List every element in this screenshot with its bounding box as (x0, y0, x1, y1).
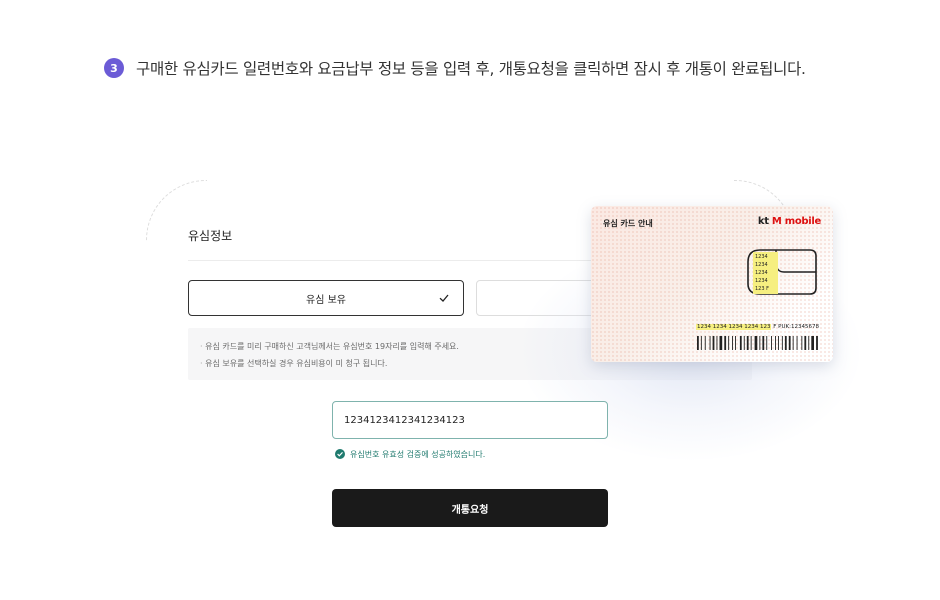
barcode-bar (775, 336, 776, 350)
barcode-bar (754, 336, 758, 350)
barcode-bar (792, 336, 794, 350)
barcode-bar (811, 336, 814, 350)
barcode-bar (804, 336, 807, 350)
step-number-badge: 3 (104, 58, 124, 78)
brand-kt: kt (757, 216, 769, 227)
step-header: 3 구매한 유심카드 일련번호와 요금납부 정보 등을 입력 후, 개통요청을 … (104, 56, 806, 80)
step-instruction: 구매한 유심카드 일련번호와 요금납부 정보 등을 입력 후, 개통요청을 클릭… (136, 60, 806, 78)
chip-number: 1234 (755, 270, 768, 276)
serial-suffix: F (773, 324, 777, 330)
barcode-bar (739, 336, 742, 350)
barcode-bar (700, 336, 702, 350)
check-circle-icon (335, 449, 345, 459)
barcode-bar (816, 336, 818, 350)
option-sim-owned[interactable]: 유심 보유 (188, 280, 464, 316)
barcode-bar (735, 336, 736, 350)
chip-number-last: 123 (755, 286, 765, 292)
barcode-bar (732, 336, 733, 350)
activation-request-button[interactable]: 개통요청 (332, 489, 608, 527)
barcode-bar (724, 336, 727, 350)
barcode-bar (712, 336, 715, 350)
barcode-bar (719, 336, 723, 350)
barcode-bar (750, 336, 752, 350)
barcode-bar (778, 336, 779, 350)
barcode (697, 336, 818, 350)
validation-message: 유심번호 유효성 검증에 성공하였습니다. (335, 448, 485, 460)
chip-number-block: 1234 1234 1234 1234 123 F (753, 252, 778, 294)
puk-code: PUK:12345678 (778, 324, 819, 330)
barcode-bar (781, 336, 783, 350)
barcode-bar (796, 336, 798, 350)
barcode-bar (746, 336, 749, 350)
sim-card-guide: 유심 카드 안내 kt M mobile 1234 1234 1234 1234… (591, 206, 833, 362)
card-title: 유심 카드 안내 (603, 219, 653, 228)
chip-suffix: F (766, 286, 770, 292)
validation-text: 유심번호 유효성 검증에 성공하였습니다. (350, 449, 486, 459)
chip-number: 1234 (755, 278, 768, 284)
serial-number: 1234 1234 1234 1234 123 (696, 324, 772, 330)
barcode-bar (762, 336, 765, 350)
brand-logo: kt M mobile (758, 216, 821, 227)
barcode-bar (788, 336, 791, 350)
barcode-bar (709, 336, 711, 350)
chip-number: 123 F (755, 285, 776, 293)
barcode-bar (704, 336, 706, 350)
barcode-bar (771, 336, 772, 350)
brand-name: M mobile (771, 216, 821, 227)
serial-row: 1234 1234 1234 1234 123 F PUK:12345678 (696, 324, 819, 330)
barcode-bar (766, 336, 768, 350)
chip-number: 1234 (755, 262, 768, 268)
barcode-bar (759, 336, 761, 350)
option-label: 유심 보유 (306, 294, 346, 306)
barcode-bar (801, 336, 803, 350)
check-icon (439, 294, 449, 302)
barcode-bar (716, 336, 718, 350)
barcode-bar (784, 336, 787, 350)
sim-number-input[interactable]: 1234123412341234123 (332, 401, 608, 439)
chip-number: 1234 (755, 254, 768, 260)
barcode-bar (697, 336, 699, 350)
barcode-bar (728, 336, 730, 350)
barcode-bar (743, 336, 745, 350)
barcode-bar (808, 336, 810, 350)
